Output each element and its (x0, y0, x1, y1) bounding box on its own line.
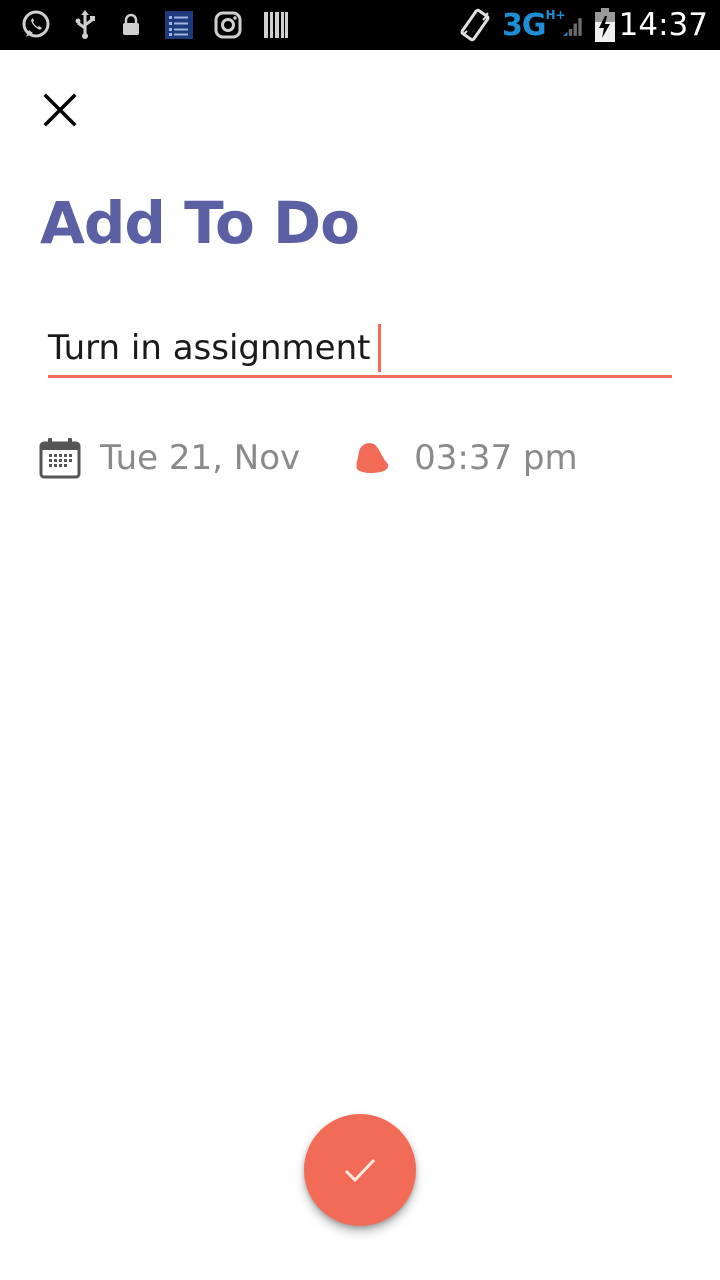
date-value: Tue 21, Nov (100, 438, 301, 478)
usb-icon (70, 0, 100, 50)
close-icon (43, 93, 77, 127)
page-title: Add To Do (40, 189, 360, 257)
barcode-icon (262, 0, 290, 50)
signal-icon: 3G H+ (502, 0, 582, 50)
time-picker[interactable]: 03:37 pm (354, 438, 578, 478)
status-bar: 3G H+ 14:37 (0, 0, 720, 50)
todo-title-input[interactable]: Turn in assignment (48, 318, 672, 378)
tasks-app-icon (164, 0, 194, 50)
check-icon (344, 1158, 376, 1183)
alarm-bell-icon (356, 443, 389, 474)
time-value: 03:37 pm (414, 438, 578, 478)
lock-icon (118, 0, 144, 50)
save-todo-button[interactable] (304, 1114, 416, 1226)
battery-icon (592, 0, 618, 50)
status-time: 14:37 (618, 7, 708, 43)
whatsapp-icon (18, 0, 54, 50)
network-type-label: 3G (502, 7, 546, 43)
date-picker[interactable]: Tue 21, Nov (38, 437, 300, 479)
vibrate-icon (458, 0, 492, 50)
todo-title-value: Turn in assignment (48, 328, 371, 368)
text-cursor (378, 324, 382, 372)
close-button[interactable] (32, 82, 88, 138)
todo-title-value-wrap: Turn in assignment (48, 324, 382, 372)
calendar-icon (39, 438, 81, 479)
instagram-icon (212, 0, 244, 50)
reminder-row: Tue 21, Nov 03:37 pm (38, 430, 578, 486)
